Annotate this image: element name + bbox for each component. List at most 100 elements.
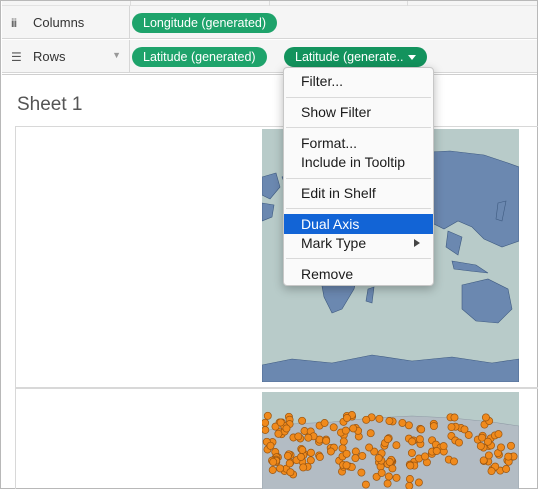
- map-mark[interactable]: [502, 465, 511, 473]
- map-mark[interactable]: [383, 479, 392, 488]
- map-mark[interactable]: [504, 452, 513, 461]
- map-mark[interactable]: [494, 430, 503, 439]
- map-mark[interactable]: [406, 461, 415, 470]
- latitude-pill[interactable]: Latitude (generated): [132, 47, 267, 67]
- map-mark[interactable]: [361, 480, 370, 489]
- map-mark[interactable]: [315, 452, 324, 461]
- latitude-pill-active[interactable]: Latitude (generate..: [284, 47, 428, 67]
- map-mark[interactable]: [298, 445, 307, 454]
- world-map-bottom: [262, 411, 519, 489]
- menu-item-include-in-tooltip[interactable]: Include in Tooltip: [284, 152, 433, 172]
- map-mark[interactable]: [383, 435, 392, 444]
- map-mark[interactable]: [429, 422, 438, 431]
- map-mark[interactable]: [483, 437, 492, 446]
- map-mark[interactable]: [307, 448, 315, 457]
- map-mark[interactable]: [357, 468, 366, 477]
- map-pane-bottom: [15, 388, 538, 489]
- map-mark[interactable]: [432, 447, 441, 455]
- map-mark[interactable]: [408, 437, 417, 446]
- map-mark[interactable]: [286, 468, 295, 477]
- map-mark[interactable]: [304, 433, 313, 442]
- map-mark[interactable]: [351, 447, 360, 456]
- map-mark[interactable]: [329, 423, 338, 432]
- map-mark[interactable]: [274, 429, 283, 438]
- map-mark[interactable]: [407, 448, 416, 457]
- map-mark[interactable]: [476, 442, 485, 451]
- map-mark[interactable]: [375, 414, 384, 423]
- map-mark[interactable]: [276, 418, 285, 427]
- menu-item-format[interactable]: Format...: [284, 133, 433, 153]
- map-mark[interactable]: [349, 424, 358, 433]
- map-mark[interactable]: [374, 454, 383, 463]
- map-mark[interactable]: [341, 426, 350, 435]
- chevron-down-icon[interactable]: ▼: [112, 50, 121, 60]
- menu-item-show-filter[interactable]: Show Filter: [284, 102, 433, 122]
- map-mark[interactable]: [460, 425, 469, 434]
- map-mark[interactable]: [365, 443, 374, 452]
- menu-item-dual-axis[interactable]: Dual Axis: [284, 214, 433, 234]
- map-mark[interactable]: [385, 417, 394, 425]
- map-mark[interactable]: [405, 481, 414, 489]
- map-mark[interactable]: [398, 418, 407, 427]
- columns-shelf: iii Columns Longitude (generated): [2, 6, 537, 39]
- map-mark[interactable]: [417, 425, 426, 434]
- rows-icon: ☰: [11, 49, 22, 64]
- map-mark[interactable]: [447, 423, 456, 432]
- map-mark[interactable]: [268, 466, 277, 474]
- map-mark[interactable]: [455, 438, 463, 447]
- map-mark[interactable]: [298, 416, 307, 425]
- columns-drop-area[interactable]: Longitude (generated): [131, 6, 537, 39]
- map-mark[interactable]: [326, 447, 335, 456]
- map-mark[interactable]: [497, 443, 505, 452]
- map-mark[interactable]: [405, 475, 414, 483]
- map-mark[interactable]: [322, 436, 331, 445]
- map-mark[interactable]: [285, 459, 294, 468]
- map-mark[interactable]: [415, 435, 424, 444]
- map-mark[interactable]: [276, 464, 285, 473]
- map-mark[interactable]: [414, 478, 423, 487]
- map-mark[interactable]: [269, 457, 278, 466]
- menu-item-remove[interactable]: Remove: [284, 264, 433, 284]
- map-mark[interactable]: [266, 441, 275, 450]
- map-mark[interactable]: [306, 456, 315, 465]
- map-mark[interactable]: [366, 429, 375, 438]
- map-mark[interactable]: [507, 441, 515, 450]
- map-mark[interactable]: [421, 452, 429, 461]
- menu-item-mark-type[interactable]: Mark Type: [284, 233, 433, 253]
- menu-item-edit-in-shelf[interactable]: Edit in Shelf: [284, 183, 433, 203]
- map-mark[interactable]: [404, 421, 413, 430]
- map-mark[interactable]: [385, 458, 394, 466]
- map-mark[interactable]: [299, 463, 308, 472]
- map-mark[interactable]: [342, 449, 351, 458]
- map-view-bottom[interactable]: [262, 392, 519, 489]
- map-mark[interactable]: [392, 441, 401, 450]
- map-mark[interactable]: [450, 413, 459, 422]
- map-mark[interactable]: [294, 432, 303, 441]
- map-mark[interactable]: [384, 472, 393, 481]
- map-mark[interactable]: [342, 461, 351, 470]
- map-mark[interactable]: [339, 437, 348, 446]
- map-mark[interactable]: [263, 411, 272, 420]
- map-mark[interactable]: [351, 454, 360, 463]
- rows-shelf-label[interactable]: ☰ Rows ▼: [2, 40, 130, 73]
- map-mark[interactable]: [450, 457, 458, 466]
- map-mark[interactable]: [362, 415, 371, 424]
- map-mark[interactable]: [282, 424, 291, 433]
- map-mark[interactable]: [392, 473, 401, 482]
- map-mark[interactable]: [358, 451, 367, 460]
- map-mark[interactable]: [297, 453, 305, 461]
- map-mark[interactable]: [343, 414, 351, 422]
- longitude-pill[interactable]: Longitude (generated): [132, 13, 278, 33]
- map-mark[interactable]: [283, 451, 292, 460]
- map-mark[interactable]: [439, 442, 448, 451]
- map-mark[interactable]: [487, 467, 496, 476]
- map-mark[interactable]: [320, 419, 329, 427]
- map-mark[interactable]: [481, 413, 490, 422]
- map-mark[interactable]: [262, 426, 270, 434]
- map-mark[interactable]: [479, 456, 488, 465]
- pill-dropdown-icon[interactable]: [408, 55, 417, 60]
- columns-shelf-label: iii Columns: [2, 6, 130, 39]
- menu-item-filter[interactable]: Filter...: [284, 71, 433, 91]
- map-mark[interactable]: [262, 418, 270, 427]
- map-mark[interactable]: [377, 468, 386, 477]
